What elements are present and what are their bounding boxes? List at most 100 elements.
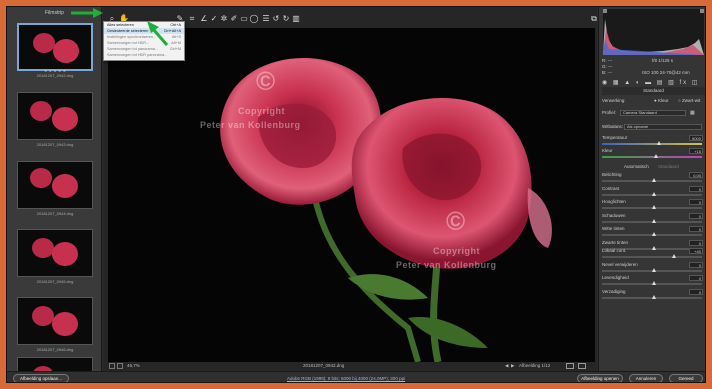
slider-value[interactable]: 0 <box>689 288 703 295</box>
zoom-out-button[interactable] <box>109 363 115 369</box>
slider-knob[interactable] <box>652 281 656 286</box>
slider-value[interactable]: 0 <box>689 240 703 246</box>
zoom-in-button[interactable] <box>117 363 123 369</box>
adjustment-slider[interactable] <box>602 218 702 223</box>
arrow-upleft-head-icon <box>147 21 159 33</box>
slider-label: Witte tinten <box>602 226 625 232</box>
slider-value[interactable]: 0 <box>689 275 703 282</box>
adjustment-slider[interactable] <box>602 267 702 272</box>
before-after-icon[interactable] <box>578 363 586 369</box>
save-image-button[interactable]: Afbeelding opslaan... <box>13 374 69 382</box>
rotate-left-icon[interactable]: ↺ <box>271 13 281 25</box>
histogram <box>603 9 704 55</box>
slider-row: Lokaal cont. +40 <box>602 247 705 255</box>
slider-knob[interactable] <box>652 267 656 272</box>
auto-link[interactable]: Automatisch <box>624 163 649 171</box>
watermark-symbol: © <box>256 66 276 96</box>
next-arrow-icon[interactable]: ▶ <box>511 361 514 371</box>
workflow-options-link[interactable]: Adobe RGB (1998); 8 bits; 6000 bij 4000 … <box>287 372 405 382</box>
panel-tab-icons[interactable]: ◉ ▦ ▲ ◐ ▬ ▤ ▥ fx ◫ ⊞ ≡ <box>602 79 705 94</box>
crop-tool-icon[interactable]: ⌗ <box>187 13 197 25</box>
adjustment-slider[interactable] <box>602 178 702 182</box>
straighten-tool-icon[interactable]: ∠ <box>199 13 209 25</box>
filmstrip-thumb-5[interactable]: 20181207_0946.dng <box>17 297 93 359</box>
bottom-bar: Afbeelding opslaan... Adobe RGB (1998); … <box>7 371 705 382</box>
temp-value[interactable]: 6000 <box>689 135 703 141</box>
default-link[interactable]: Standaard <box>658 163 679 171</box>
open-image-button[interactable]: Afbeelding openen <box>577 374 623 382</box>
watermark-copyright-2: Copyright <box>433 246 480 256</box>
status-bar: 46,7% 20181207_0942.dng ◀ ▶ Afbeelding 1… <box>103 361 597 371</box>
adjustment-slider[interactable] <box>602 281 702 286</box>
spot-removal-icon[interactable]: ✓ <box>209 13 219 25</box>
panel-title: Standaard <box>602 87 705 95</box>
image-preview[interactable]: © Copyright Peter van Kollenburg © Copyr… <box>108 28 595 362</box>
adjustment-brush-icon[interactable]: ✐ <box>229 13 239 25</box>
adjustment-slider[interactable] <box>602 294 702 299</box>
slider-value[interactable]: 0 <box>689 261 703 268</box>
slider-knob[interactable] <box>652 294 656 299</box>
zoom-level[interactable]: 46,7% <box>127 361 140 371</box>
watermark-copyright: Copyright <box>238 106 285 116</box>
slider-value[interactable]: +40 <box>689 248 703 254</box>
tint-value[interactable]: +16 <box>689 148 703 154</box>
rgb-readout-b: B: --- ISO 100 24-70@42 mm <box>602 70 690 75</box>
slider-knob[interactable] <box>652 232 656 237</box>
profile-row: Profiel: Camera Standaard ▦ <box>602 109 695 117</box>
bw-radio[interactable]: ○ Zwart-wit <box>678 97 700 105</box>
filmstrip-panel: Filmstrip ★ ★ ★ ★ ★ 20181207_0942.dng 20… <box>7 7 102 371</box>
slider-knob[interactable] <box>652 218 656 223</box>
adjustment-slider[interactable] <box>602 191 702 196</box>
image-counter: Afbeelding 1/12 <box>519 363 551 368</box>
profile-select[interactable]: Camera Standaard <box>620 110 686 116</box>
preferences-icon[interactable]: ☰ <box>261 13 271 25</box>
slider-knob[interactable] <box>652 205 656 210</box>
cancel-button[interactable]: Annuleren <box>629 374 663 382</box>
filmstrip-thumb-6[interactable] <box>17 357 93 371</box>
slider-value[interactable]: 0 <box>689 199 703 206</box>
menu-item-merge-hdr-panorama[interactable]: Samenvoegen tot HDR panorama... <box>104 52 184 58</box>
filmstrip-thumb-2[interactable]: 20181207_0943.dng <box>17 92 93 154</box>
slider-label: Contrast <box>602 185 620 191</box>
slider-label: Lokaal cont. <box>602 248 627 253</box>
color-radio[interactable]: ● Kleur <box>654 97 668 105</box>
slider-value[interactable]: 0 <box>689 226 703 233</box>
preview-area: ⌕ ✋ ✎ ⌗ ∠ ✓ ✲ ✐ ▭ ◯ ☰ ↺ ↻ ▥ ⧉ © Copyrigh… <box>103 7 597 371</box>
temp-row: Temperatuur 6000 <box>602 135 703 141</box>
slider-label: Belichting <box>602 172 622 177</box>
adjustment-panel: R: --- f/8 1/125 s G: --- B: --- ISO 100 2… <box>598 7 705 371</box>
adjustment-slider[interactable] <box>602 205 702 210</box>
slider-value[interactable]: 0 <box>689 185 703 192</box>
temp-slider[interactable] <box>602 141 702 145</box>
prev-arrow-icon[interactable]: ◀ <box>505 361 508 371</box>
radial-filter-icon[interactable]: ◯ <box>249 13 259 25</box>
tint-slider[interactable] <box>602 154 702 158</box>
rotate-right-icon[interactable]: ↻ <box>281 13 291 25</box>
slider-knob[interactable] <box>672 254 676 258</box>
done-button[interactable]: Gereed <box>669 374 703 382</box>
annotation-arrows <box>71 8 169 46</box>
trash-icon[interactable]: ▥ <box>291 13 301 25</box>
slider-knob[interactable] <box>652 191 656 196</box>
filmstrip-thumb-3[interactable]: 20181207_0944.dng <box>17 161 93 223</box>
watermark-symbol-2: © <box>446 206 466 236</box>
red-eye-icon[interactable]: ✲ <box>219 13 229 25</box>
adjustment-slider[interactable] <box>602 254 702 258</box>
adjustment-slider[interactable] <box>602 232 702 237</box>
watermark-author: Peter van Kollenburg <box>200 120 301 130</box>
thumb-image <box>17 161 93 209</box>
graduated-filter-icon[interactable]: ▭ <box>239 13 249 25</box>
wb-row: Witbalans: Als opname <box>602 123 705 131</box>
current-filename: 20181207_0942.dng <box>303 363 345 368</box>
wb-select[interactable]: Als opname <box>624 124 702 130</box>
filmstrip-thumb-4[interactable]: 20181207_0945.dng <box>17 229 93 291</box>
compare-view-icon[interactable] <box>566 363 574 369</box>
thumb-image <box>17 92 93 140</box>
slider-value[interactable]: 0,00 <box>689 172 703 178</box>
slider-knob[interactable] <box>652 178 656 182</box>
tint-knob[interactable] <box>654 154 658 158</box>
profile-browser-icon[interactable]: ▦ <box>690 109 695 117</box>
histogram-graph <box>603 9 704 55</box>
slider-value[interactable]: 0 <box>689 212 703 219</box>
temp-knob[interactable] <box>657 141 661 145</box>
